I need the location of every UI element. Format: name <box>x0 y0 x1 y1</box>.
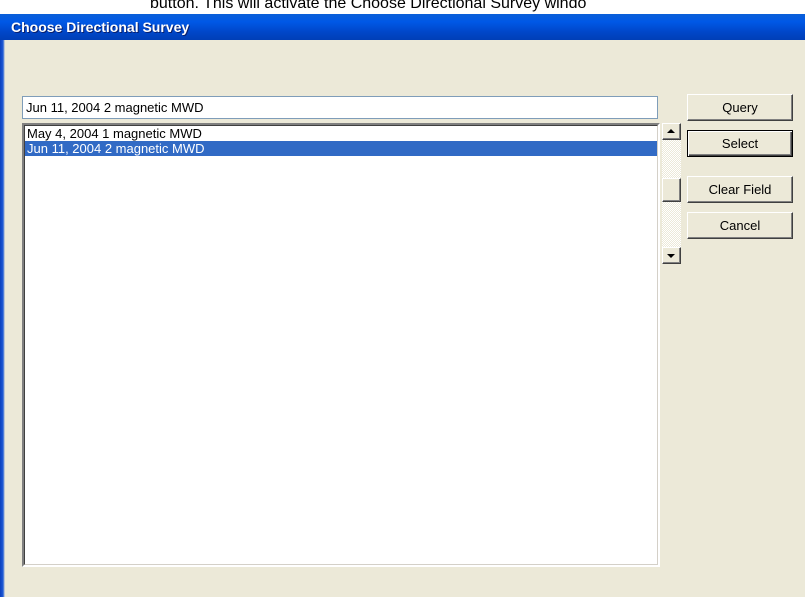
scroll-down-button[interactable] <box>662 247 681 264</box>
scroll-down-arrow-icon <box>667 254 675 258</box>
survey-list[interactable]: May 4, 2004 1 magnetic MWD Jun 11, 2004 … <box>22 123 660 567</box>
scroll-up-button[interactable] <box>662 123 681 140</box>
list-item[interactable]: May 4, 2004 1 magnetic MWD <box>25 126 657 141</box>
survey-search-input[interactable] <box>22 96 658 119</box>
background-document-text: button. This will activate the Choose Di… <box>150 0 587 12</box>
list-item-selected[interactable]: Jun 11, 2004 2 magnetic MWD <box>25 141 657 156</box>
background-document: button. This will activate the Choose Di… <box>0 0 805 14</box>
scroll-up-arrow-icon <box>667 129 675 133</box>
window-left-border <box>0 40 5 597</box>
clear-field-button[interactable]: Clear Field <box>687 176 793 203</box>
cancel-button[interactable]: Cancel <box>687 212 793 239</box>
window-titlebar[interactable]: Choose Directional Survey <box>0 14 805 40</box>
select-button[interactable]: Select <box>687 130 793 157</box>
scrollbar-thumb[interactable] <box>662 178 681 202</box>
query-button[interactable]: Query <box>687 94 793 121</box>
window-title: Choose Directional Survey <box>11 19 190 35</box>
